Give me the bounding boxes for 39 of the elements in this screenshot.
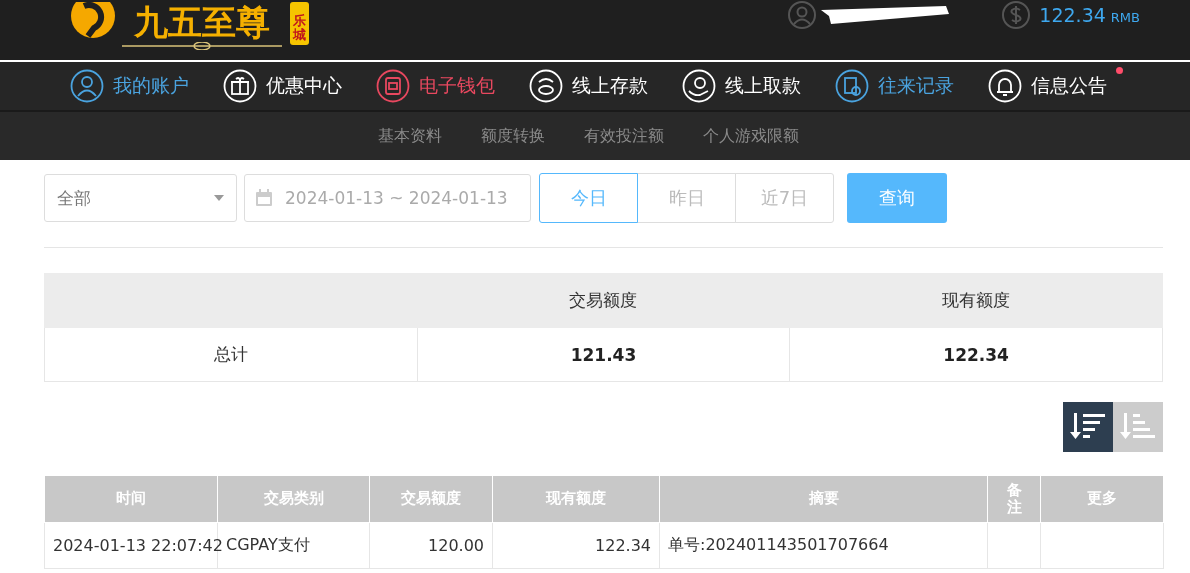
date-range-field[interactable]: 2024-01-13 ~ 2024-01-13 [244,174,531,222]
balance-amount: 122.34 [1039,4,1106,26]
caret-icon [214,195,224,201]
subnav-link[interactable]: 基本资料 [378,125,442,147]
clipboard-clock-icon [835,69,869,103]
wallet-icon [376,69,410,103]
subnav-link[interactable]: 个人游戏限额 [703,125,799,147]
nav-item[interactable]: 优惠中心 [223,69,376,103]
query-button[interactable]: 查询 [847,173,947,223]
balance-unit: RMB [1110,9,1140,25]
dollar-icon [1001,0,1032,30]
nav-item[interactable]: 我的账户 [70,69,223,103]
logo-badge: 乐城 [290,2,309,45]
table-cell: 120.00 [369,522,493,568]
hand-coin-icon [682,69,716,103]
logo-title: 九五至尊 [134,2,270,42]
table-header-cell: 交易额度 [417,273,790,328]
user-icon [787,0,818,30]
table-cell: 122.34 [789,327,1163,382]
sort-descending-button[interactable] [1063,402,1113,452]
table-cell: 121.43 [417,327,790,382]
user-icon [70,69,104,103]
flourish-icon [122,42,282,50]
table-cell: 122.34 [492,522,660,568]
table-cell: 单号:202401143501707664 [659,522,988,568]
subnav-link[interactable]: 有效投注额 [584,125,664,147]
table-header-cell: 现有额度 [789,273,1163,328]
table-cell: 总计 [44,327,418,382]
nav-item[interactable]: 线上存款 [529,69,682,103]
nav-item[interactable]: 信息公告 [988,69,1141,103]
nav-item[interactable]: 电子钱包 [376,69,529,103]
date-preset-button[interactable]: 今日 [539,173,638,223]
nav-item[interactable]: 线上取款 [682,69,835,103]
subnav-link[interactable]: 额度转换 [481,125,545,147]
bell-icon [988,69,1022,103]
gift-icon [223,69,257,103]
nav-item[interactable]: 往来记录 [835,69,988,103]
calendar-icon [255,189,273,207]
type-select[interactable]: 全部 [44,174,237,222]
